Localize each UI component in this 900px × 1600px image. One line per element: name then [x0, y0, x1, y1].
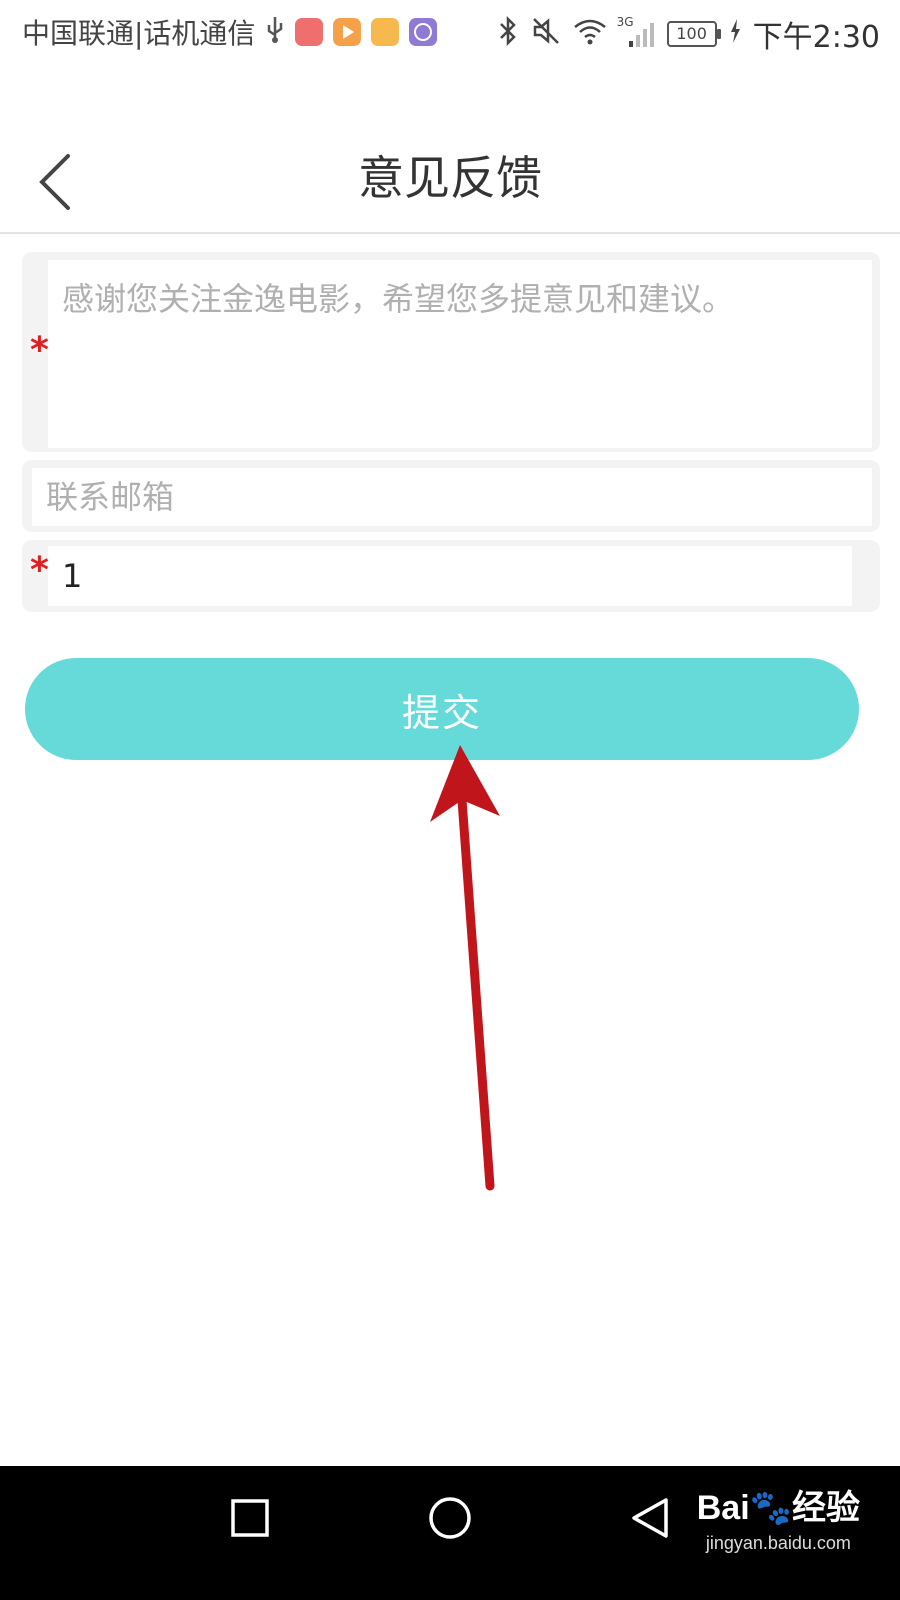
feedback-form: * * [22, 252, 880, 620]
browser-app-icon [409, 18, 438, 46]
network-type-label: 3G [616, 15, 634, 29]
baidu-watermark: Bai🐾经验 jingyan.baidu.com [697, 1480, 860, 1554]
submit-button[interactable]: 提交 [25, 658, 859, 760]
phone-field-box: * [22, 540, 880, 612]
battery-icon: 100 [666, 21, 721, 47]
charging-icon [729, 18, 741, 51]
required-mark: * [30, 330, 49, 371]
navigation-bar: Bai🐾经验 jingyan.baidu.com [0, 1466, 900, 1600]
wifi-icon [573, 17, 607, 52]
watermark-logo: Bai🐾经验 [696, 1489, 860, 1527]
watermark-url: jingyan.baidu.com [705, 1533, 851, 1553]
clock: 下午2:30 [752, 20, 880, 55]
required-mark: * [30, 550, 49, 591]
email-field-box [22, 460, 880, 532]
huawei-appgallery-icon [295, 18, 324, 46]
screen: 中国联通|话机通信 3G 100 下午2:30 意见反馈 * 感谢您关注金逸电影… [0, 0, 900, 1600]
mute-icon [531, 16, 561, 53]
status-bar-right: 3G 100 下午2:30 [497, 12, 880, 56]
files-app-icon [371, 18, 400, 46]
feedback-textarea[interactable] [48, 260, 872, 448]
phone-field[interactable] [48, 546, 852, 606]
signal-icon: 3G [617, 15, 655, 49]
page-header: 意见反馈 [0, 128, 900, 234]
annotation-arrow [430, 745, 500, 1191]
email-field[interactable] [32, 468, 872, 526]
video-app-icon [333, 18, 362, 46]
square-icon [231, 1499, 269, 1537]
recents-button[interactable] [230, 1498, 270, 1542]
feedback-field-box: * [22, 252, 880, 452]
usb-icon [265, 15, 285, 50]
status-bar-left: 中国联通|话机通信 [22, 12, 438, 52]
home-button[interactable] [428, 1496, 472, 1544]
status-bar: 中国联通|话机通信 3G 100 下午2:30 [0, 0, 900, 64]
back-nav-button[interactable] [628, 1496, 672, 1544]
page-title: 意见反馈 [358, 151, 542, 205]
bluetooth-icon [497, 15, 519, 53]
triangle-back-icon [632, 1498, 668, 1538]
carrier-label: 中国联通|话机通信 [22, 17, 256, 50]
circle-icon [429, 1497, 471, 1539]
